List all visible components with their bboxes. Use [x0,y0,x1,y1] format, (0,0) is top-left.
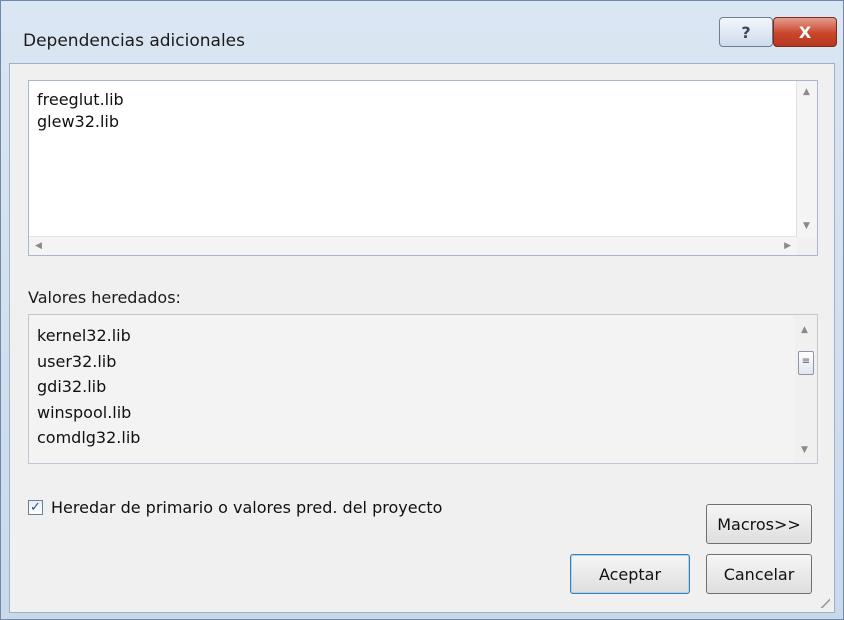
question-mark-icon: ? [741,22,751,42]
dialog-content: freeglut.lib glew32.lib ▲ ▼ ◀ ▶ Valores … [9,63,835,613]
scroll-thumb[interactable]: ≡ [798,351,814,375]
window-title: Dependencias adicionales [23,31,245,51]
scroll-left-icon[interactable]: ◀ [35,241,42,251]
scroll-right-icon[interactable]: ▶ [784,241,791,251]
dependencies-textarea[interactable]: freeglut.lib glew32.lib ▲ ▼ ◀ ▶ [28,80,818,256]
inherited-line: user32.lib [37,351,117,371]
scrollbar-corner [797,237,817,255]
vertical-scrollbar[interactable]: ▲ ≡ ▼ [795,315,817,463]
inherited-values-label: Valores heredados: [28,288,181,307]
checkmark-icon: ✓ [30,500,41,515]
scroll-up-icon[interactable]: ▲ [801,325,808,335]
inherited-values-list: kernel32.lib user32.lib gdi32.lib winspo… [28,314,818,464]
resize-grip[interactable] [818,596,830,608]
inherited-lines: kernel32.lib user32.lib gdi32.lib winspo… [37,323,140,451]
inherit-checkbox-row[interactable]: ✓ Heredar de primario o valores pred. de… [28,498,442,517]
close-button[interactable]: X [773,17,837,47]
scroll-up-icon[interactable]: ▲ [803,87,810,97]
dialog-window: Dependencias adicionales ? X freeglut.li… [0,0,844,620]
inherited-line: kernel32.lib [37,326,131,345]
inherited-line: winspool.lib [37,402,132,422]
scroll-down-icon[interactable]: ▼ [803,221,810,231]
accept-button[interactable]: Aceptar [570,554,690,594]
title-bar[interactable]: Dependencias adicionales ? X [1,1,843,63]
inherit-checkbox-label[interactable]: Heredar de primario o valores pred. del … [51,498,442,517]
horizontal-scrollbar[interactable]: ◀ ▶ [29,236,797,255]
macros-button[interactable]: Macros>> [706,504,812,544]
scroll-down-icon[interactable]: ▼ [801,445,808,455]
close-icon: X [798,22,812,42]
dependency-line: freeglut.lib [37,90,124,109]
inherited-line: comdlg32.lib [37,428,141,447]
help-button[interactable]: ? [719,17,773,47]
cancel-button[interactable]: Cancelar [706,554,812,594]
inherit-checkbox[interactable]: ✓ [28,500,43,515]
dependency-line: glew32.lib [37,112,120,131]
inherited-line: gdi32.lib [37,377,107,396]
dependencies-lines: freeglut.lib glew32.lib [37,89,124,133]
vertical-scrollbar[interactable]: ▲ ▼ [796,81,817,237]
